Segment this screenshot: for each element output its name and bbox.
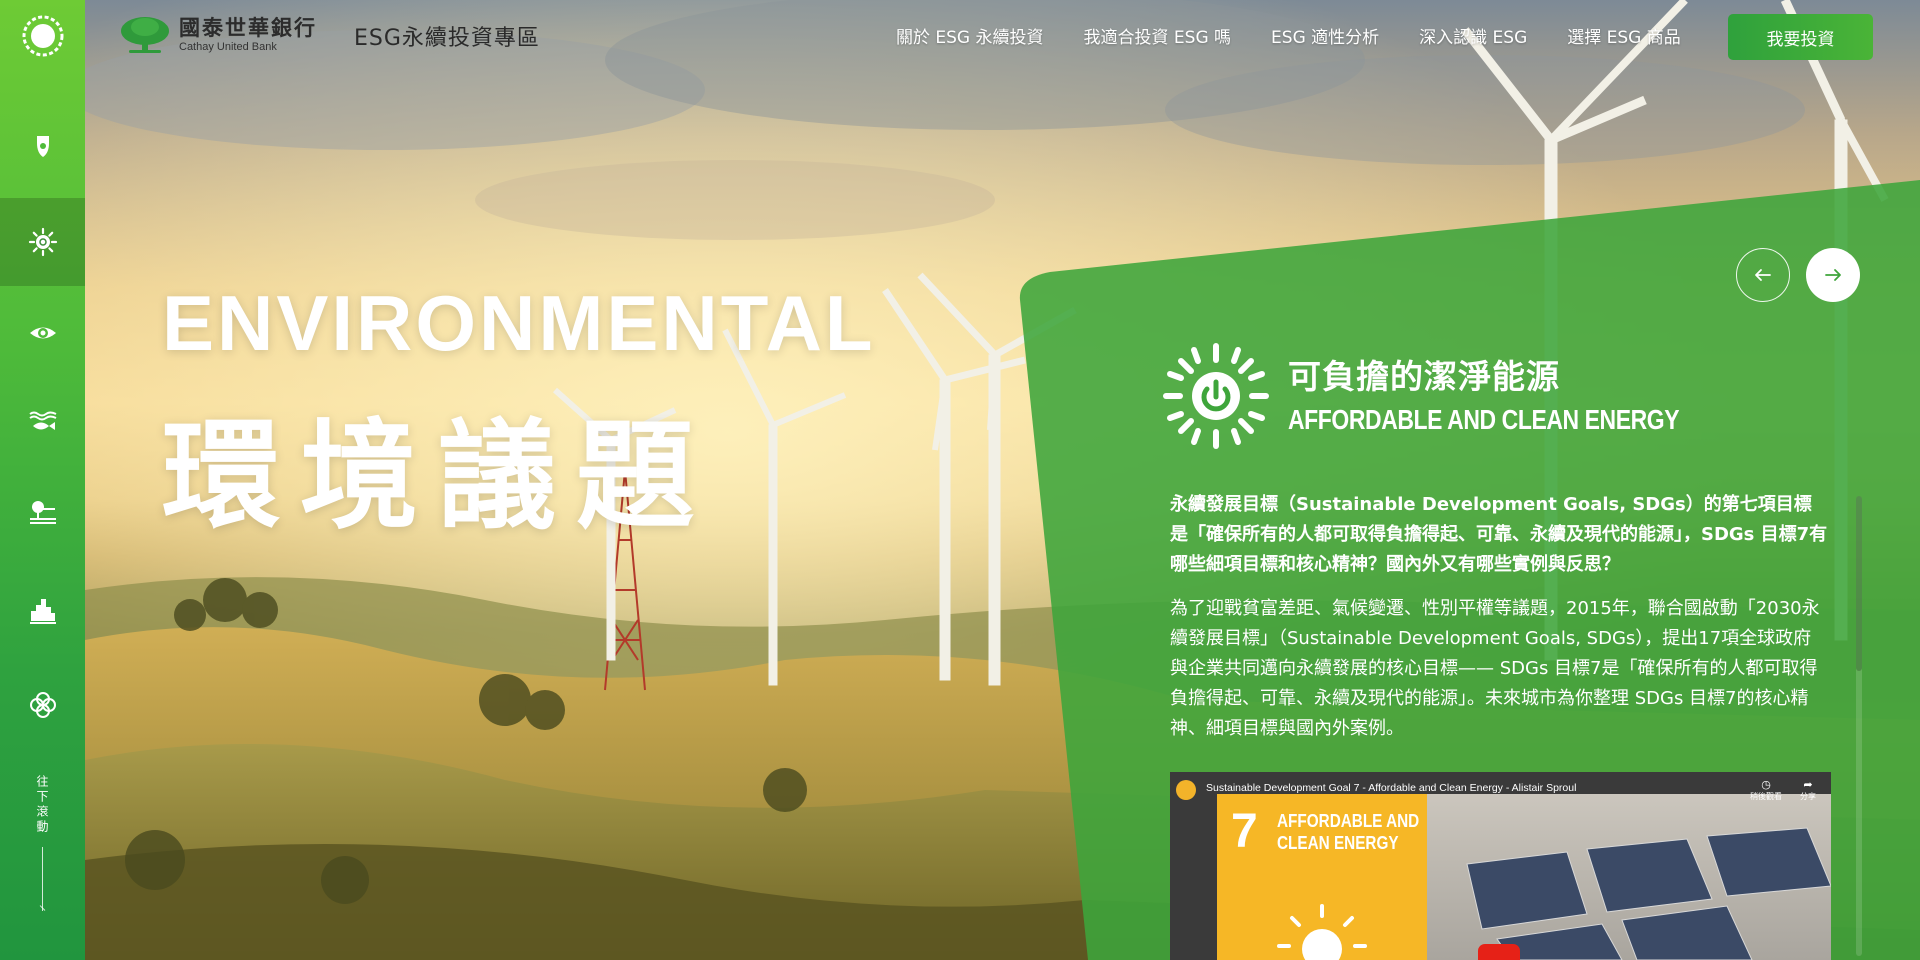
video-card-label-line2: CLEAN ENERGY — [1277, 833, 1399, 853]
prev-slide-button[interactable] — [1736, 248, 1790, 302]
video-card-number: 7 — [1231, 805, 1258, 858]
bank-logo[interactable]: 國泰世華銀行 Cathay United Bank — [119, 15, 317, 55]
site-title[interactable]: ESG永續投資專區 — [354, 20, 540, 52]
video-channel-avatar[interactable] — [1176, 780, 1196, 800]
scroll-hint-label: 往下滾動 — [35, 775, 49, 835]
fish-waves-icon — [28, 411, 56, 430]
scrollbar-thumb[interactable] — [1856, 496, 1862, 671]
main-nav: 關於 ESG 永續投資 我適合投資 ESG 嗎 ESG 適性分析 深入認識 ES… — [896, 23, 1721, 48]
share-button[interactable]: ➦ 分享 — [1790, 778, 1826, 802]
video-title[interactable]: Sustainable Development Goal 7 - Afforda… — [1206, 782, 1576, 794]
video-card-sun-icon — [1277, 904, 1367, 960]
nav-item-suitable[interactable]: 我適合投資 ESG 嗎 — [1084, 23, 1232, 48]
panel-scrollbar[interactable] — [1856, 496, 1862, 956]
sidebar-item-energy[interactable] — [0, 198, 85, 286]
city-icon — [29, 599, 56, 624]
sidebar-item-partnership[interactable] — [0, 661, 85, 749]
scroll-down-hint[interactable]: 往下滾動 — [0, 775, 85, 911]
share-arrow-icon: ➦ — [1803, 778, 1813, 791]
video-card-label: AFFORDABLE AND CLEAN ENERGY — [1277, 810, 1419, 854]
earth-eye-icon — [29, 327, 56, 339]
hero-title-en: ENVIRONMENTAL — [162, 279, 876, 367]
nav-item-analysis[interactable]: ESG 適性分析 — [1271, 23, 1379, 48]
water-drop-icon — [36, 136, 49, 157]
clock-icon: ◷ — [1761, 778, 1771, 791]
watch-later-button[interactable]: ◷ 稍後觀看 — [1746, 778, 1786, 802]
sdg-title-zh: 可負擔的潔淨能源 — [1288, 357, 1560, 396]
cathay-tree-logo-icon — [121, 17, 169, 53]
sidebar-logo-icon[interactable] — [0, 0, 85, 72]
sidebar-item-water[interactable] — [0, 102, 85, 190]
sdg-title-en: AFFORDABLE AND CLEAN ENERGY — [1288, 404, 1680, 435]
arrow-right-icon — [1825, 269, 1841, 281]
scroll-down-arrow-icon — [42, 847, 43, 911]
youtube-play-icon[interactable] — [1478, 944, 1520, 960]
nav-item-products[interactable]: 選擇 ESG 商品 — [1567, 23, 1681, 48]
video-thumbnail-solar-panels — [1427, 794, 1831, 960]
sidebar-item-city[interactable] — [0, 566, 85, 654]
next-slide-button[interactable] — [1806, 248, 1860, 302]
sdg7-energy-icon — [1163, 343, 1269, 449]
sun-energy-icon — [28, 227, 57, 257]
arrow-left-icon — [1755, 269, 1771, 281]
bank-name-zh: 國泰世華銀行 — [179, 15, 317, 40]
sidebar-item-land[interactable] — [0, 468, 85, 556]
tree-land-icon — [29, 501, 56, 524]
youtube-video-embed[interactable]: 7 AFFORDABLE AND CLEAN ENERGY Sustainabl… — [1170, 772, 1831, 960]
sidebar-item-climate[interactable] — [0, 289, 85, 377]
hero-title-zh: 環境議題 — [162, 407, 715, 545]
watch-later-label: 稍後觀看 — [1750, 792, 1782, 801]
top-header: 國泰世華銀行 Cathay United Bank ESG永續投資專區 關於 E… — [85, 0, 1920, 72]
flower-icon — [29, 692, 56, 718]
nav-item-about-esg[interactable]: 關於 ESG 永續投資 — [896, 23, 1044, 48]
bank-name-en: Cathay United Bank — [179, 41, 277, 53]
sdg-heading: 可負擔的潔淨能源 AFFORDABLE AND CLEAN ENERGY — [1162, 342, 1765, 450]
article-lead: 永續發展目標（Sustainable Development Goals, SD… — [1170, 494, 1828, 575]
share-label: 分享 — [1800, 792, 1816, 801]
sidebar-item-ocean[interactable] — [0, 378, 85, 466]
sidebar: 往下滾動 — [0, 0, 85, 960]
video-card-label-line1: AFFORDABLE AND — [1277, 811, 1420, 831]
article-body: 為了迎戰貧富差距、氣候變遷、性別平權等議題，2015年，聯合國啟動「2030永續… — [1170, 598, 1820, 739]
nav-item-learn-esg[interactable]: 深入認識 ESG — [1419, 23, 1527, 48]
invest-button[interactable]: 我要投資 — [1728, 14, 1873, 60]
sdg7-video-card: 7 AFFORDABLE AND CLEAN ENERGY — [1217, 794, 1427, 960]
